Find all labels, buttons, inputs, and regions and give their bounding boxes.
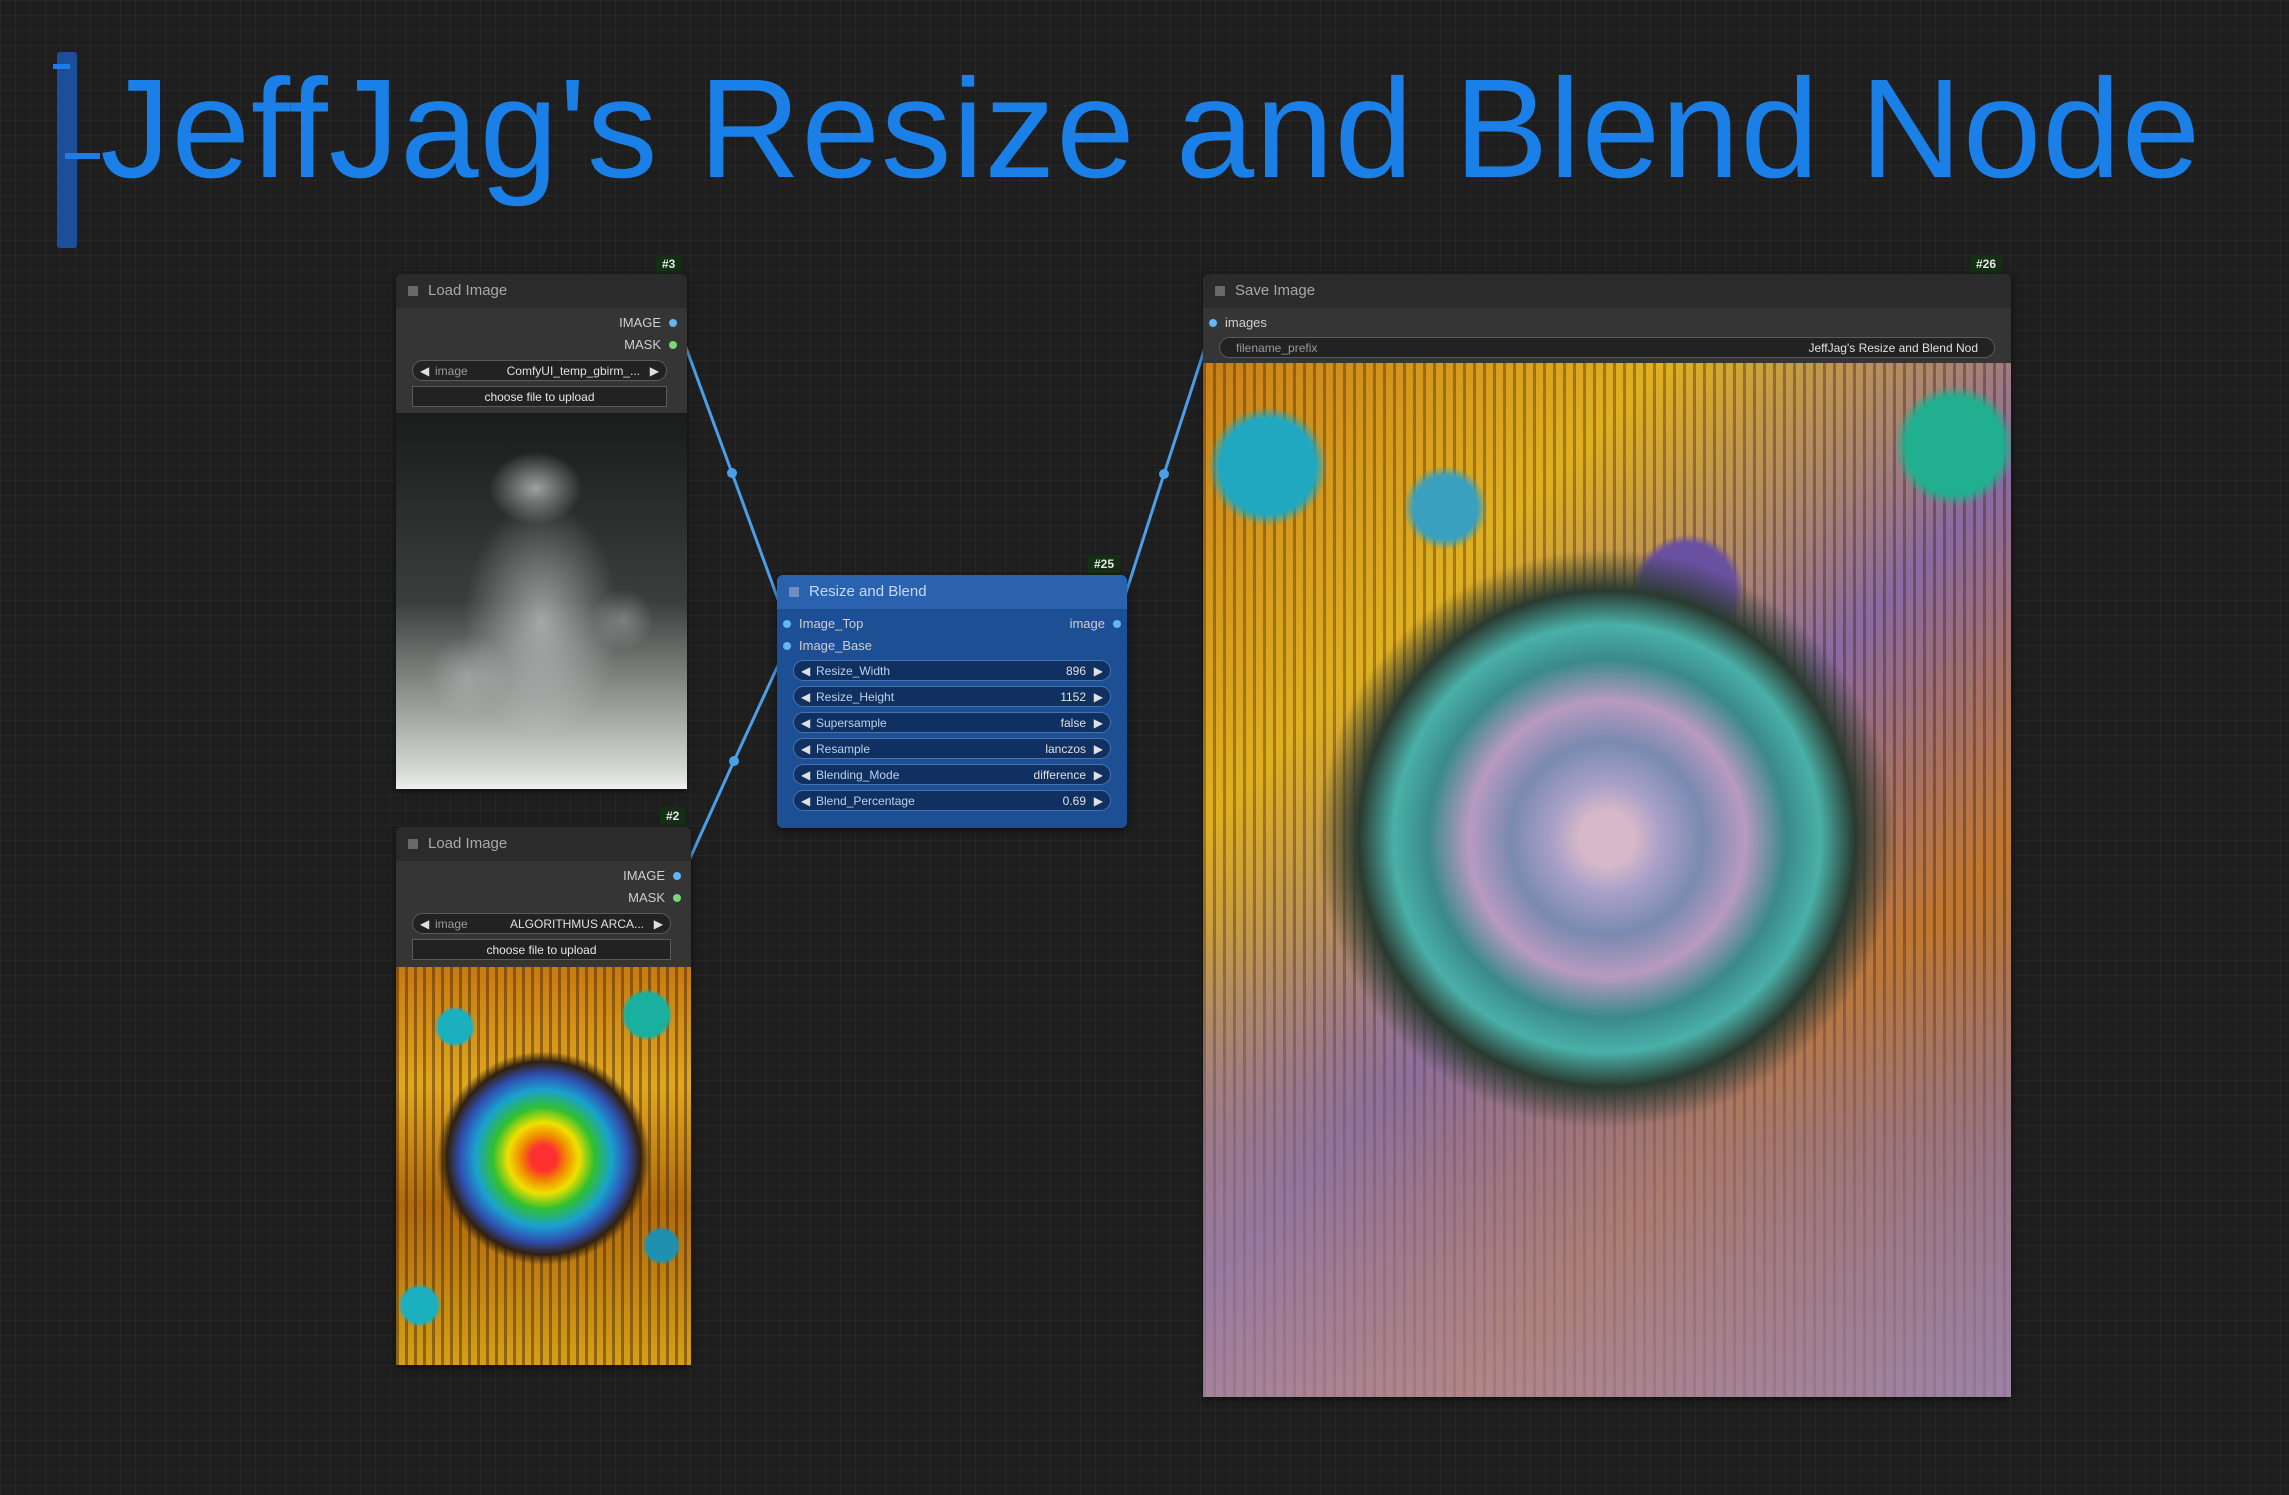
image-combo-widget[interactable]: ◀ image ComfyUI_temp_gbirm_... ▶	[412, 360, 667, 381]
arrow-right-icon[interactable]: ▶	[654, 914, 663, 935]
resize-and-blend-node[interactable]: Resize and Blend Image_Top image Image_B…	[777, 575, 1127, 828]
output-mask-pin[interactable]	[669, 341, 677, 349]
arrow-right-icon[interactable]: ▶	[1094, 713, 1103, 734]
node-header[interactable]: Save Image	[1203, 274, 2011, 308]
arrow-left-icon[interactable]: ◀	[420, 914, 429, 935]
resize-height-widget[interactable]: ◀ Resize_Height 1152 ▶	[793, 686, 1111, 707]
output-image-preview	[1203, 363, 2011, 1397]
arrow-left-icon[interactable]: ◀	[801, 791, 810, 812]
blending-mode-widget[interactable]: ◀ Blending_Mode difference ▶	[793, 764, 1111, 785]
supersample-widget[interactable]: ◀ Supersample false ▶	[793, 712, 1111, 733]
input-image-base-pin[interactable]	[783, 642, 791, 650]
node-header[interactable]: Resize and Blend	[777, 575, 1127, 609]
save-image-node[interactable]: Save Image images filename_prefix JeffJa…	[1203, 274, 2011, 1397]
input-image-base-label: Image_Base	[799, 638, 872, 653]
node-id-badge: #2	[660, 807, 686, 825]
arrow-left-icon[interactable]: ◀	[420, 361, 429, 382]
upload-button[interactable]: choose file to upload	[412, 386, 667, 407]
arrow-right-icon[interactable]: ▶	[1094, 687, 1103, 708]
image-combo-widget[interactable]: ◀ image ALGORITHMUS ARCA... ▶	[412, 913, 671, 934]
node-header[interactable]: Load Image	[396, 827, 691, 861]
collapse-icon[interactable]	[408, 286, 418, 296]
node-title: Save Image	[1235, 282, 1316, 299]
load-image-node-1[interactable]: Load Image IMAGE MASK ◀ image ComfyUI_te…	[396, 274, 687, 789]
output-mask-label: MASK	[624, 337, 661, 352]
node-id-badge: #3	[656, 255, 682, 273]
arrow-right-icon[interactable]: ▶	[1094, 739, 1103, 760]
input-image-top-pin[interactable]	[783, 620, 791, 628]
node-header[interactable]: Load Image	[396, 274, 687, 308]
output-image-label: IMAGE	[619, 315, 661, 330]
arrow-left-icon[interactable]: ◀	[801, 713, 810, 734]
arrow-right-icon[interactable]: ▶	[1094, 791, 1103, 812]
upload-button[interactable]: choose file to upload	[412, 939, 671, 960]
node-id-badge: #26	[1970, 255, 2003, 273]
arrow-left-icon[interactable]: ◀	[801, 687, 810, 708]
arrow-left-icon[interactable]: ◀	[801, 739, 810, 760]
filename-prefix-widget[interactable]: filename_prefix JeffJag's Resize and Ble…	[1219, 337, 1995, 358]
output-mask-pin[interactable]	[673, 894, 681, 902]
wire-reroute-dot	[727, 468, 737, 478]
wire-reroute-dot	[1159, 469, 1169, 479]
input-images-label: images	[1225, 315, 1267, 330]
node-title: Load Image	[428, 282, 508, 299]
arrow-right-icon[interactable]: ▶	[1094, 765, 1103, 786]
image-preview	[396, 967, 691, 1365]
input-image-top-label: Image_Top	[799, 616, 864, 631]
node-title: Resize and Blend	[809, 583, 927, 600]
resize-width-widget[interactable]: ◀ Resize_Width 896 ▶	[793, 660, 1111, 681]
node-title: Load Image	[428, 835, 508, 852]
node-id-badge: #25	[1088, 555, 1121, 573]
wire-reroute-dot	[729, 756, 739, 766]
arrow-right-icon[interactable]: ▶	[650, 361, 659, 382]
output-image-pin[interactable]	[1113, 620, 1121, 628]
output-image-pin[interactable]	[673, 872, 681, 880]
output-mask-label: MASK	[628, 890, 665, 905]
blend-percentage-widget[interactable]: ◀ Blend_Percentage 0.69 ▶	[793, 790, 1111, 811]
image-preview	[396, 413, 687, 789]
output-image-label: image	[1069, 616, 1105, 631]
arrow-right-icon[interactable]: ▶	[1094, 661, 1103, 682]
output-image-label: IMAGE	[623, 868, 665, 883]
collapse-icon[interactable]	[789, 587, 799, 597]
collapse-icon[interactable]	[1215, 286, 1225, 296]
load-image-node-2[interactable]: Load Image IMAGE MASK ◀ image ALGORITHMU…	[396, 827, 691, 1365]
input-images-pin[interactable]	[1209, 319, 1217, 327]
resample-widget[interactable]: ◀ Resample lanczos ▶	[793, 738, 1111, 759]
output-image-pin[interactable]	[669, 319, 677, 327]
collapse-icon[interactable]	[408, 839, 418, 849]
arrow-left-icon[interactable]: ◀	[801, 661, 810, 682]
arrow-left-icon[interactable]: ◀	[801, 765, 810, 786]
